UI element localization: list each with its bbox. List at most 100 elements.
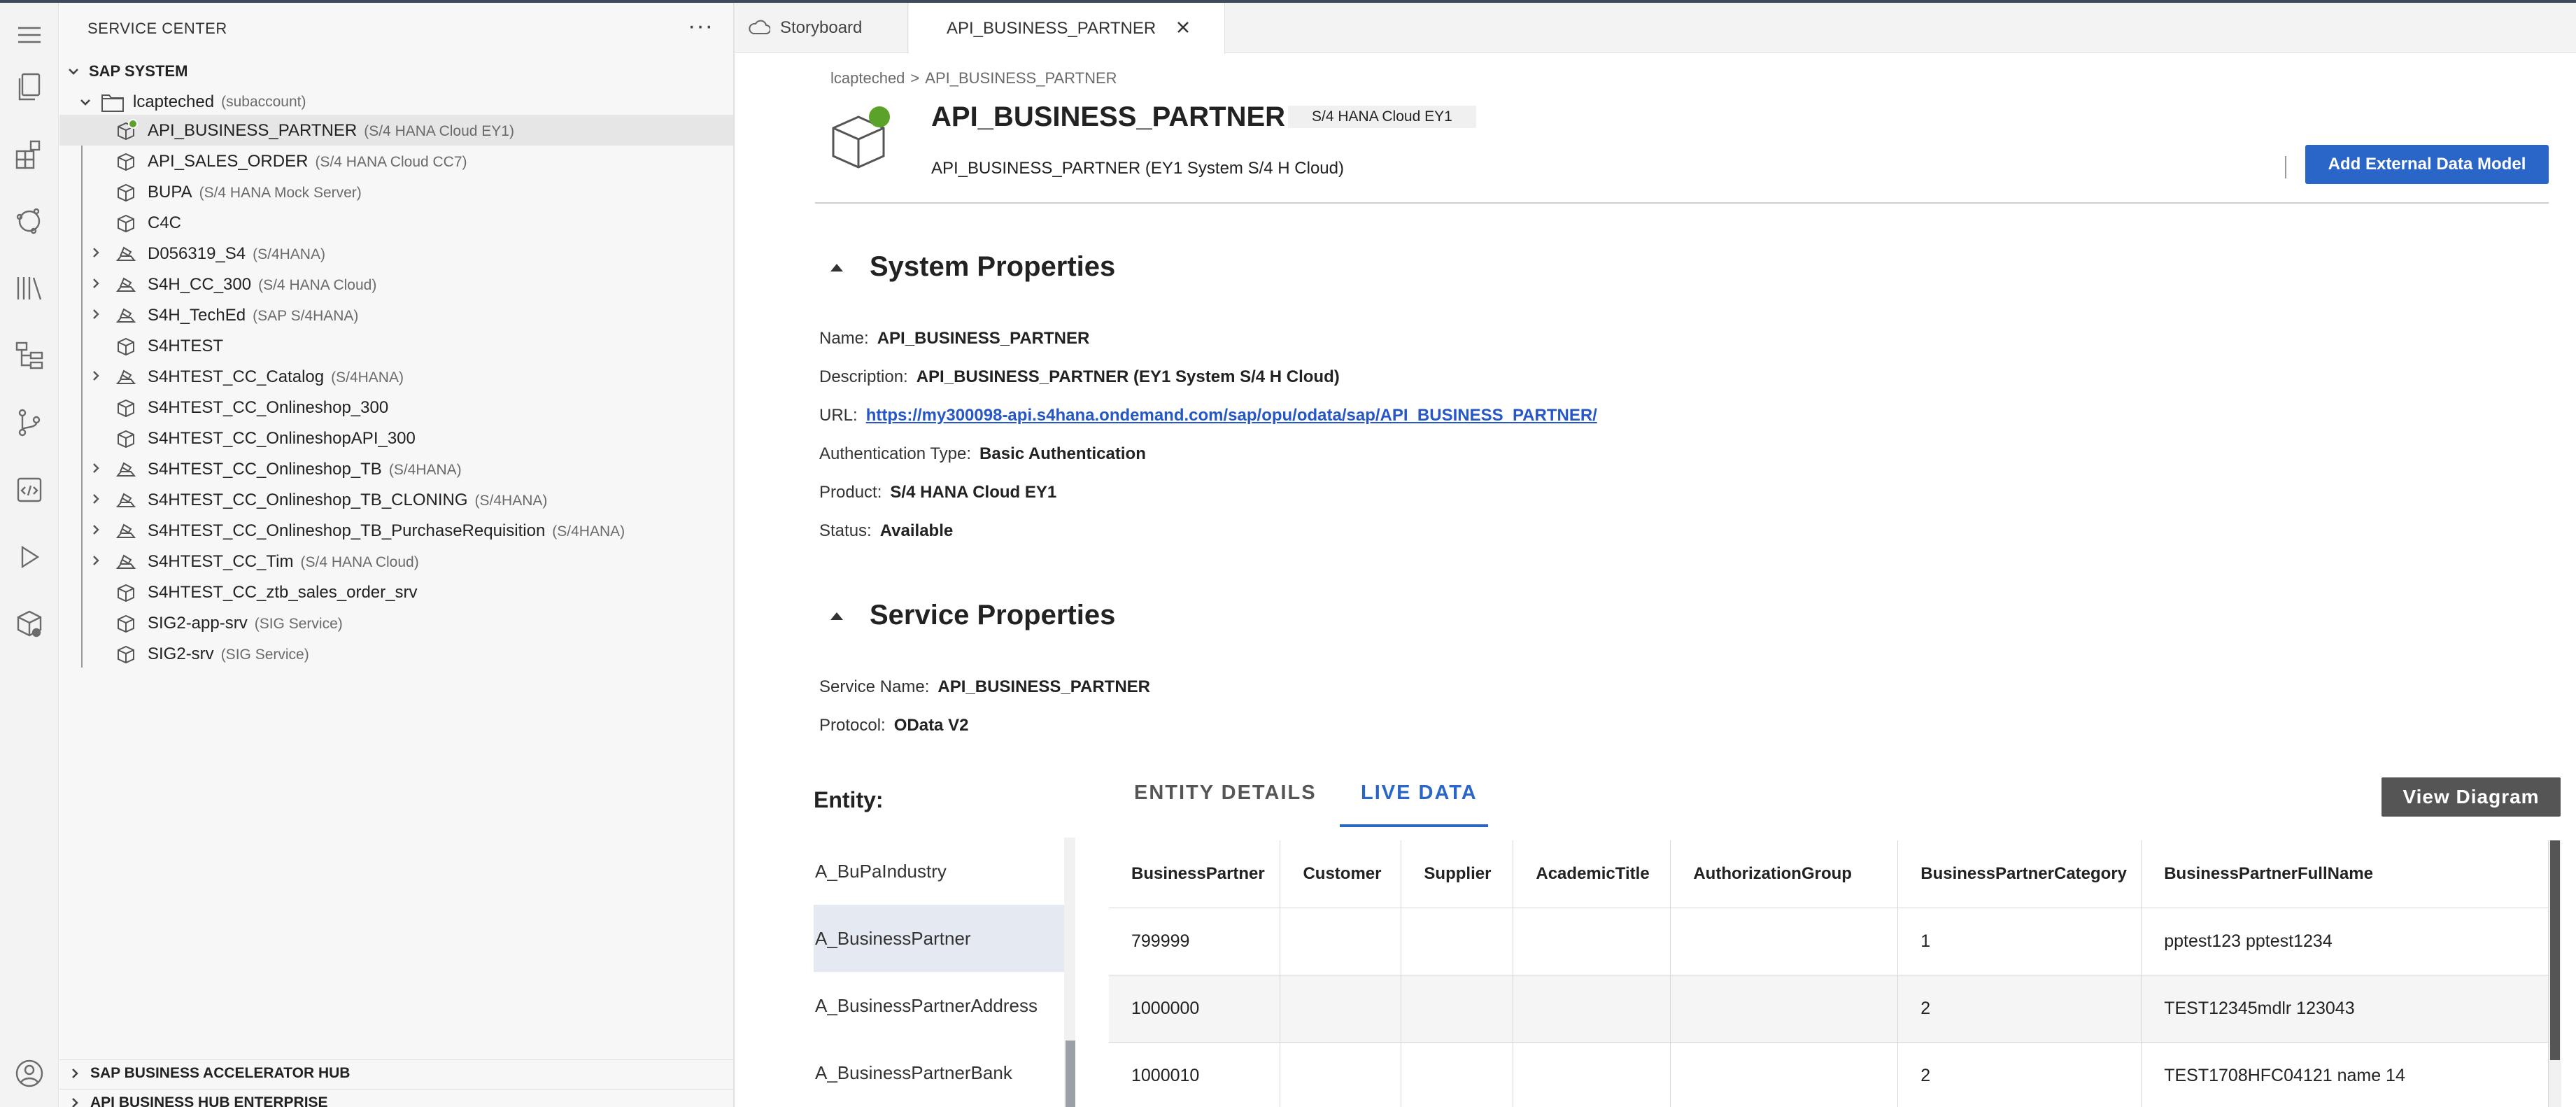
chevron-down-icon (65, 63, 82, 80)
chevron-right-icon[interactable] (89, 491, 106, 508)
page-title: API_BUSINESS_PARTNER (931, 101, 1286, 132)
stack-icon (115, 244, 136, 265)
service-name: S4HTEST_CC_Onlineshop_TB (148, 460, 382, 479)
entity-list-scrollbar[interactable] (1064, 838, 1075, 1107)
table-row[interactable]: 799999 1 pptest123 pptest1234 (1109, 908, 2549, 975)
entity-list-item[interactable]: A_BuPaIndustry (814, 838, 1064, 905)
stack-icon (115, 521, 136, 542)
menu-icon[interactable] (10, 15, 49, 55)
tree-item-service[interactable]: API_SALES_ORDER (S/4 HANA Cloud CC7) (59, 146, 733, 176)
tree-root-sap-system[interactable]: SAP SYSTEM (65, 57, 187, 85)
chevron-right-icon[interactable] (89, 460, 106, 477)
scrollbar-thumb[interactable] (1066, 1041, 1075, 1107)
chevron-right-icon[interactable] (89, 276, 106, 292)
tab-api-business-partner[interactable]: API_BUSINESS_PARTNER (909, 3, 1225, 54)
tree-root-accelerator-hub[interactable]: SAP BUSINESS ACCELERATOR HUB (59, 1059, 733, 1086)
service-name: S4HTEST_CC_Onlineshop_TB_CLONING (148, 491, 468, 509)
tree-item-service[interactable]: SIG2-srv (SIG Service) (59, 638, 733, 669)
close-icon[interactable] (1175, 20, 1194, 38)
tree-item-service[interactable]: S4HTEST_CC_Onlineshop_TB_CLONING (S/4HANA… (59, 484, 733, 515)
chevron-right-icon[interactable] (89, 368, 106, 385)
box-icon (115, 182, 136, 203)
prop-value: S/4 HANA Cloud EY1 (890, 483, 1057, 502)
chevron-right-icon[interactable] (89, 245, 106, 262)
table-row[interactable]: 1000000 2 TEST12345mdlr 123043 (1109, 975, 2549, 1043)
tree-item-service[interactable]: S4H_TechEd (SAP S/4HANA) (59, 299, 733, 330)
service-tag: (S/4 HANA Cloud EY1) (364, 123, 514, 139)
tree-item-service[interactable]: S4HTEST_CC_Tim (S/4 HANA Cloud) (59, 546, 733, 577)
tab-storyboard[interactable]: Storyboard (735, 3, 908, 53)
chevron-right-icon[interactable] (89, 522, 106, 539)
table-cell (1513, 1042, 1671, 1107)
prop-value: API_BUSINESS_PARTNER (877, 329, 1090, 348)
column-header[interactable]: BusinessPartnerCategory (1897, 840, 2142, 908)
entity-list-item[interactable]: A_BusinessPartnerBank (814, 1039, 1064, 1106)
tree-item-service[interactable]: D056319_S4 (S/4HANA) (59, 238, 733, 269)
table-cell (1513, 975, 1671, 1043)
prop-value: Available (879, 521, 954, 540)
column-header[interactable]: AcademicTitle (1513, 840, 1671, 908)
table-header-row: BusinessPartner Customer Supplier AcademicT… (1109, 840, 2549, 908)
column-header[interactable]: Customer (1280, 840, 1402, 908)
more-actions-icon[interactable]: ··· (688, 13, 714, 40)
table-row[interactable]: 1000010 2 TEST1708HFC04121 name 14 (1109, 1042, 2549, 1107)
column-header[interactable]: BusinessPartnerFullName (2141, 840, 2549, 908)
network-icon[interactable] (10, 202, 49, 241)
service-name: SIG2-app-srv (148, 614, 248, 633)
table-cell: TEST12345mdlr 123043 (2141, 975, 2549, 1043)
section-system-properties[interactable]: System Properties (819, 251, 1115, 283)
service-name: S4HTEST_CC_Onlineshop_TB_PurchaseRequisi… (148, 521, 546, 540)
tree-item-service[interactable]: S4HTEST_CC_Onlineshop_300 (59, 392, 733, 423)
library-icon[interactable] (10, 269, 49, 308)
column-header[interactable]: AuthorizationGroup (1670, 840, 1899, 908)
entity-list-item[interactable]: A_BusinessPartner (814, 905, 1064, 972)
tree-item-service[interactable]: BUPA (S/4 HANA Mock Server) (59, 176, 733, 207)
account-icon[interactable] (10, 1054, 49, 1093)
section-service-properties[interactable]: Service Properties (819, 600, 1115, 631)
column-header[interactable]: Supplier (1401, 840, 1514, 908)
scrollbar-thumb[interactable] (2550, 840, 2560, 1060)
view-diagram-button[interactable]: View Diagram (2382, 777, 2561, 817)
column-header[interactable]: BusinessPartner (1109, 840, 1281, 908)
explorer-icon[interactable] (10, 67, 49, 106)
tab-live-data[interactable]: LIVE DATA (1361, 782, 1478, 805)
service-center-icon[interactable] (10, 605, 49, 644)
tree-item-service[interactable]: S4HTEST_CC_OnlineshopAPI_300 (59, 423, 733, 453)
source-control-icon[interactable] (10, 403, 49, 442)
tree-root-hub-enterprise[interactable]: API BUSINESS HUB ENTERPRISE (59, 1089, 733, 1107)
tree-item-service[interactable]: S4HTEST_CC_Onlineshop_TB (S/4HANA) (59, 453, 733, 484)
hierarchy-icon[interactable] (10, 336, 49, 375)
tree-node-subaccount[interactable]: lcapteched (subaccount) (77, 88, 306, 116)
code-icon[interactable] (10, 470, 49, 509)
tab-entity-details[interactable]: ENTITY DETAILS (1134, 782, 1317, 805)
chevron-right-icon[interactable] (89, 553, 106, 570)
chevron-right-icon (66, 1094, 83, 1107)
table-scrollbar[interactable] (2549, 840, 2561, 1107)
service-url-link[interactable]: https://my300098-api.s4hana.ondemand.com… (866, 406, 1597, 425)
tree-item-service[interactable]: SIG2-app-srv (SIG Service) (59, 607, 733, 638)
subaccount-name: lcapteched (133, 92, 215, 111)
box-icon (115, 644, 136, 665)
run-icon[interactable] (10, 537, 49, 577)
breadcrumb-item[interactable]: lcapteched (830, 69, 905, 87)
tree-item-service[interactable]: API_BUSINESS_PARTNER (S/4 HANA Cloud EY1) (59, 115, 733, 146)
entity-list-item[interactable]: A_BusinessPartnerAddress (814, 972, 1064, 1039)
tree-item-service[interactable]: S4HTEST_CC_ztb_sales_order_srv (59, 577, 733, 607)
prop-status: Status: Available (819, 521, 953, 541)
tree-item-label: SIG2-srv (SIG Service) (148, 644, 309, 664)
tree-item-label: S4HTEST_CC_ztb_sales_order_srv (148, 583, 425, 602)
add-external-data-model-button[interactable]: Add External Data Model (2305, 145, 2549, 184)
tree-item-service[interactable]: S4HTEST_CC_Catalog (S/4HANA) (59, 361, 733, 392)
service-name: S4H_CC_300 (148, 275, 252, 294)
tree-item-service[interactable]: S4HTEST_CC_Onlineshop_TB_PurchaseRequisi… (59, 515, 733, 546)
collapse-caret-icon (819, 257, 854, 278)
extensions-icon[interactable] (10, 134, 49, 174)
chevron-right-icon[interactable] (89, 306, 106, 323)
activity-bar (0, 3, 59, 1107)
tree-item-label: S4H_TechEd (SAP S/4HANA) (148, 306, 358, 325)
tree-item-label: S4HTEST (148, 337, 230, 356)
tree-item-service[interactable]: C4C (59, 207, 733, 238)
tree-item-service[interactable]: S4H_CC_300 (S/4 HANA Cloud) (59, 269, 733, 299)
tree-item-service[interactable]: S4HTEST (59, 330, 733, 361)
table-cell (1280, 975, 1402, 1043)
